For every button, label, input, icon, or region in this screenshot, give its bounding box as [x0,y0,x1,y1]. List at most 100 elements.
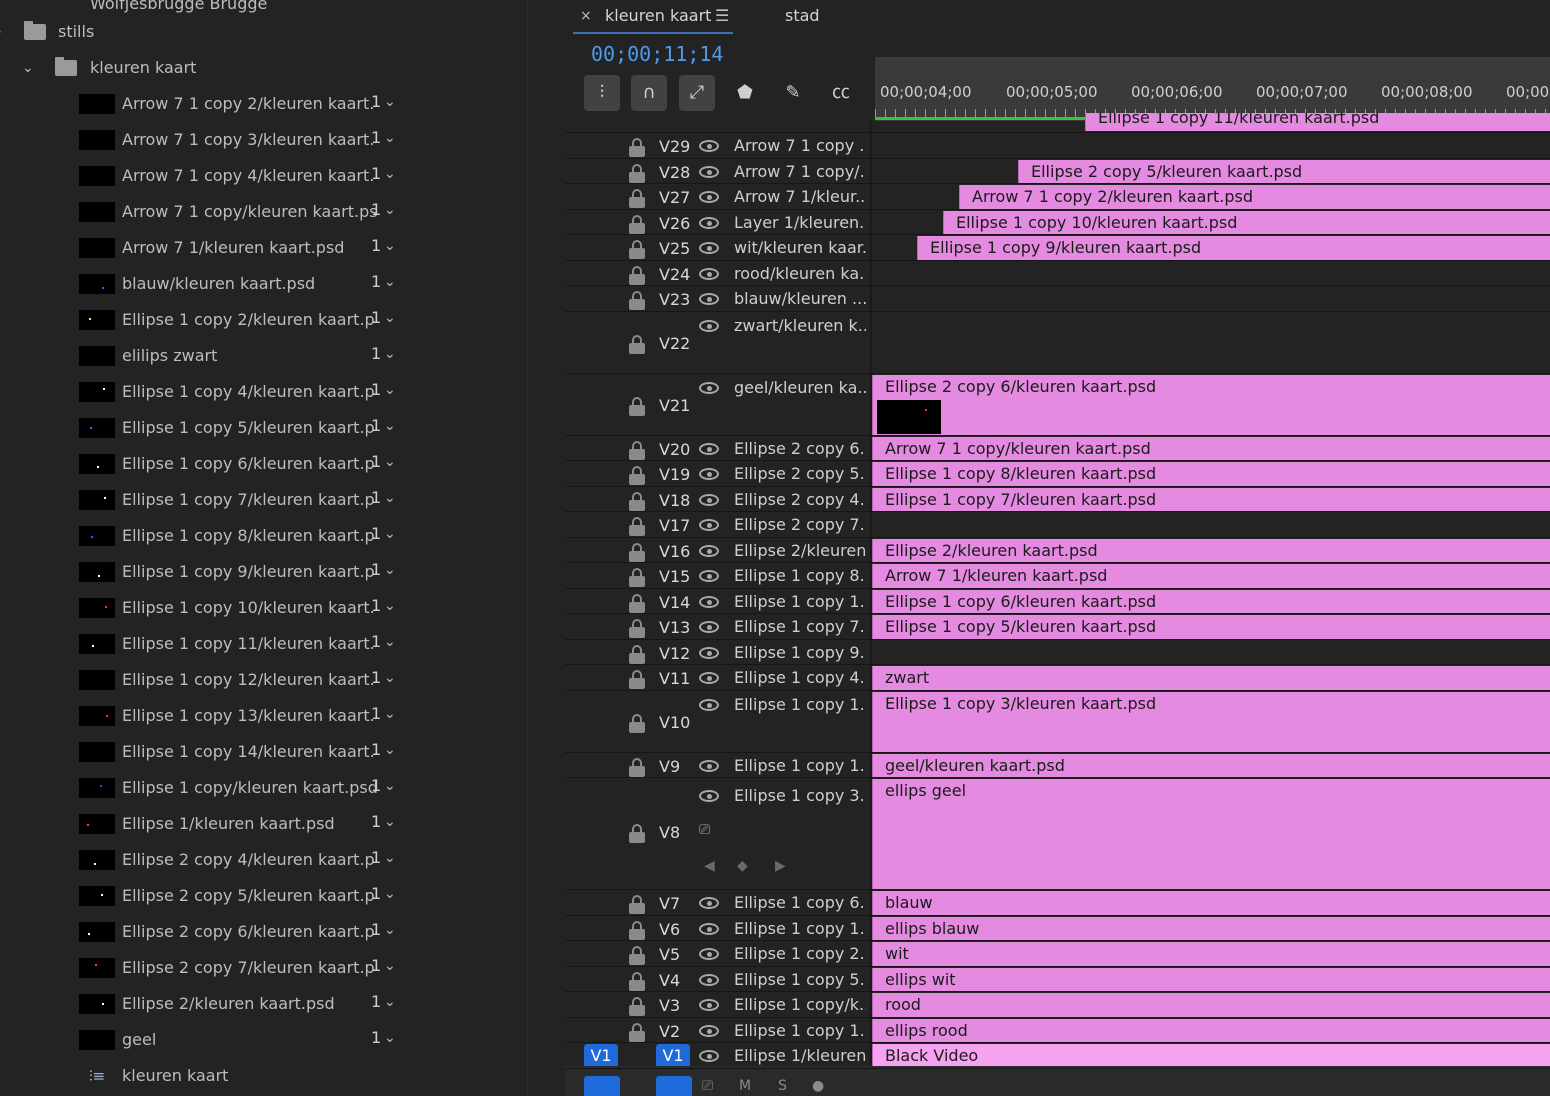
panel-menu-icon[interactable]: ☰ [715,6,729,25]
track-name[interactable]: Arrow 7 1 copy/... [734,162,866,181]
project-item[interactable]: Ellipse 1 copy 12/kleuren kaart. 1 ⌄ [0,662,520,698]
chevron-down-icon[interactable]: ⌄ [384,346,396,362]
track-name[interactable]: Ellipse 1 copy 1... [734,592,866,611]
chevron-down-icon[interactable]: ⌄ [384,814,396,830]
project-item[interactable]: Ellipse 1 copy 9/kleuren kaart.p 1 ⌄ [0,554,520,590]
microphone-icon[interactable]: ● [812,1078,824,1094]
track-header-v26[interactable]: V26 Layer 1/kleuren... [565,210,872,236]
chevron-down-icon[interactable]: ⌄ [384,994,396,1010]
project-item[interactable]: geel 1 ⌄ [0,1022,520,1058]
timeline-clip[interactable]: zwart [872,666,1550,690]
track-header-v6[interactable]: V6 Ellipse 1 copy 1... [565,916,872,942]
track-name[interactable]: Ellipse 2 copy 7... [734,515,866,534]
track-name[interactable]: Ellipse 2 copy 5... [734,464,866,483]
timeline-clip[interactable]: ellips wit [872,967,1550,991]
timeline-clip[interactable]: Ellipse 1 copy 3/kleuren kaart.psd [872,691,1550,752]
tab-kleuren-kaart[interactable]: kleuren kaart [605,6,711,25]
track-header-v29[interactable]: V29 Arrow 7 1 copy ... [565,133,872,159]
eye-icon[interactable] [699,191,719,203]
eye-icon[interactable] [699,999,719,1011]
chevron-down-icon[interactable]: ⌄ [384,1030,396,1046]
timeline-clip[interactable]: geel/kleuren kaart.psd [872,753,1550,777]
lock-icon[interactable] [629,466,645,486]
folder-kleuren-kaart[interactable]: ⌄ kleuren kaart [0,50,520,86]
next-keyframe-icon[interactable]: ▶ [775,858,786,874]
track-header-v21[interactable]: V21 geel/kleuren ka... [565,374,872,436]
track-header-v22[interactable]: V22 zwart/kleuren k... [565,312,872,374]
lock-icon[interactable] [629,334,645,355]
track-name[interactable]: Ellipse 1 copy 9... [734,643,866,662]
project-item[interactable]: Ellipse 1 copy 7/kleuren kaart.p 1 ⌄ [0,482,520,518]
chevron-down-icon[interactable]: ⌄ [384,706,396,722]
chevron-down-icon[interactable]: ⌄ [384,850,396,866]
track-header-v24[interactable]: V24 rood/kleuren ka... [565,261,872,287]
lock-icon[interactable] [629,517,645,537]
eye-icon[interactable] [699,621,719,633]
close-icon[interactable]: × [580,8,592,24]
chevron-down-icon[interactable]: ⌄ [384,562,396,578]
lock-icon[interactable] [629,265,645,286]
track-header-v15[interactable]: V15 Ellipse 1 copy 8... [565,563,872,589]
track-name[interactable]: Ellipse 1 copy 3... [734,786,866,805]
lock-icon[interactable] [629,1022,645,1043]
chevron-down-icon[interactable]: ⌄ [384,886,396,902]
timeline-clip[interactable]: ellips geel [872,779,1550,889]
playhead-timecode[interactable]: 00;00;11;14 [591,42,723,66]
lock-icon[interactable] [629,997,645,1017]
track-name[interactable]: Ellipse 1 copy 7... [734,617,866,636]
chevron-down-icon[interactable]: ⌄ [384,238,396,254]
lock-icon[interactable] [629,214,645,235]
chevron-down-icon[interactable]: ⌄ [384,778,396,794]
chevron-down-icon[interactable]: ⌄ [384,922,396,938]
chevron-down-icon[interactable]: ⌄ [384,490,396,506]
chevron-down-icon[interactable]: ⌄ [384,742,396,758]
project-item[interactable]: Ellipse 1 copy 13/kleuren kaart. 1 ⌄ [0,698,520,734]
lock-icon[interactable] [629,542,645,563]
track-header-v12[interactable]: V12 Ellipse 1 copy 9... [565,640,872,666]
track-name[interactable]: Arrow 7 1/kleur... [734,187,866,206]
folder-stills[interactable]: › stills [0,14,520,50]
eye-icon[interactable] [699,293,719,305]
lock-icon[interactable] [629,396,645,417]
linked-selection-icon[interactable]: ⤢ [679,75,715,111]
timeline-clip[interactable]: Ellipse 2 copy 5/kleuren kaart.psd [1018,159,1550,183]
track-header-v3[interactable]: V3 Ellipse 1 copy/k... [565,992,872,1018]
source-patch-v1[interactable]: V1 [584,1044,618,1068]
chevron-down-icon[interactable]: ⌄ [384,202,396,218]
track-name[interactable]: zwart/kleuren k... [734,316,866,335]
track-name[interactable]: Ellipse 1 copy 1... [734,919,866,938]
track-header-v2[interactable]: V2 Ellipse 1 copy 1... [565,1018,872,1044]
timeline-clip[interactable]: Ellipse 1 copy 10/kleuren kaart.psd [943,210,1550,234]
lock-icon[interactable] [629,644,645,665]
project-item[interactable]: Ellipse 1 copy/kleuren kaart.psd 1 ⌄ [0,770,520,806]
lock-icon[interactable] [629,163,645,184]
timeline-clip[interactable]: blauw [872,891,1550,915]
project-item[interactable]: Ellipse 2/kleuren kaart.psd 1 ⌄ [0,986,520,1022]
add-keyframe-icon[interactable]: ◆ [737,858,748,874]
chevron-down-icon[interactable]: ⌄ [22,60,34,76]
lock-icon[interactable] [629,946,645,966]
timeline-clip[interactable]: rood [872,993,1550,1017]
lock-icon[interactable] [629,240,645,260]
eye-icon[interactable] [699,216,719,229]
eye-icon[interactable] [699,922,719,935]
project-item[interactable]: Arrow 7 1 copy 3/kleuren kaart. 1 ⌄ [0,122,520,158]
eye-icon[interactable] [699,319,719,332]
lock-icon[interactable] [629,757,645,778]
chevron-right-icon[interactable]: › [0,24,2,40]
add-marker-icon[interactable]: ⬟ [727,75,763,111]
nest-sequence-icon[interactable]: ⫶ [584,75,620,111]
lock-icon[interactable] [629,138,645,158]
timeline-clip[interactable]: Ellipse 2/kleuren kaart.psd [872,538,1550,562]
track-header-v8[interactable]: V8 Ellipse 1 copy 3... ⎚ ◀ ◆ ▶ [565,778,872,890]
chevron-down-icon[interactable]: ⌄ [384,598,396,614]
timeline-clip[interactable]: Black Video [872,1044,1550,1068]
project-item[interactable]: Ellipse 1 copy 10/kleuren kaart. 1 ⌄ [0,590,520,626]
eye-icon[interactable] [699,790,719,802]
eye-icon[interactable] [699,468,719,480]
project-item[interactable]: Arrow 7 1 copy 4/kleuren kaart. 1 ⌄ [0,158,520,194]
track-name[interactable]: geel/kleuren ka... [734,378,866,397]
track-name[interactable]: Ellipse 2 copy 6... [734,439,866,458]
track-header-v18[interactable]: V18 Ellipse 2 copy 4... [565,487,872,513]
project-item[interactable]: Ellipse 1 copy 5/kleuren kaart.p 1 ⌄ [0,410,520,446]
